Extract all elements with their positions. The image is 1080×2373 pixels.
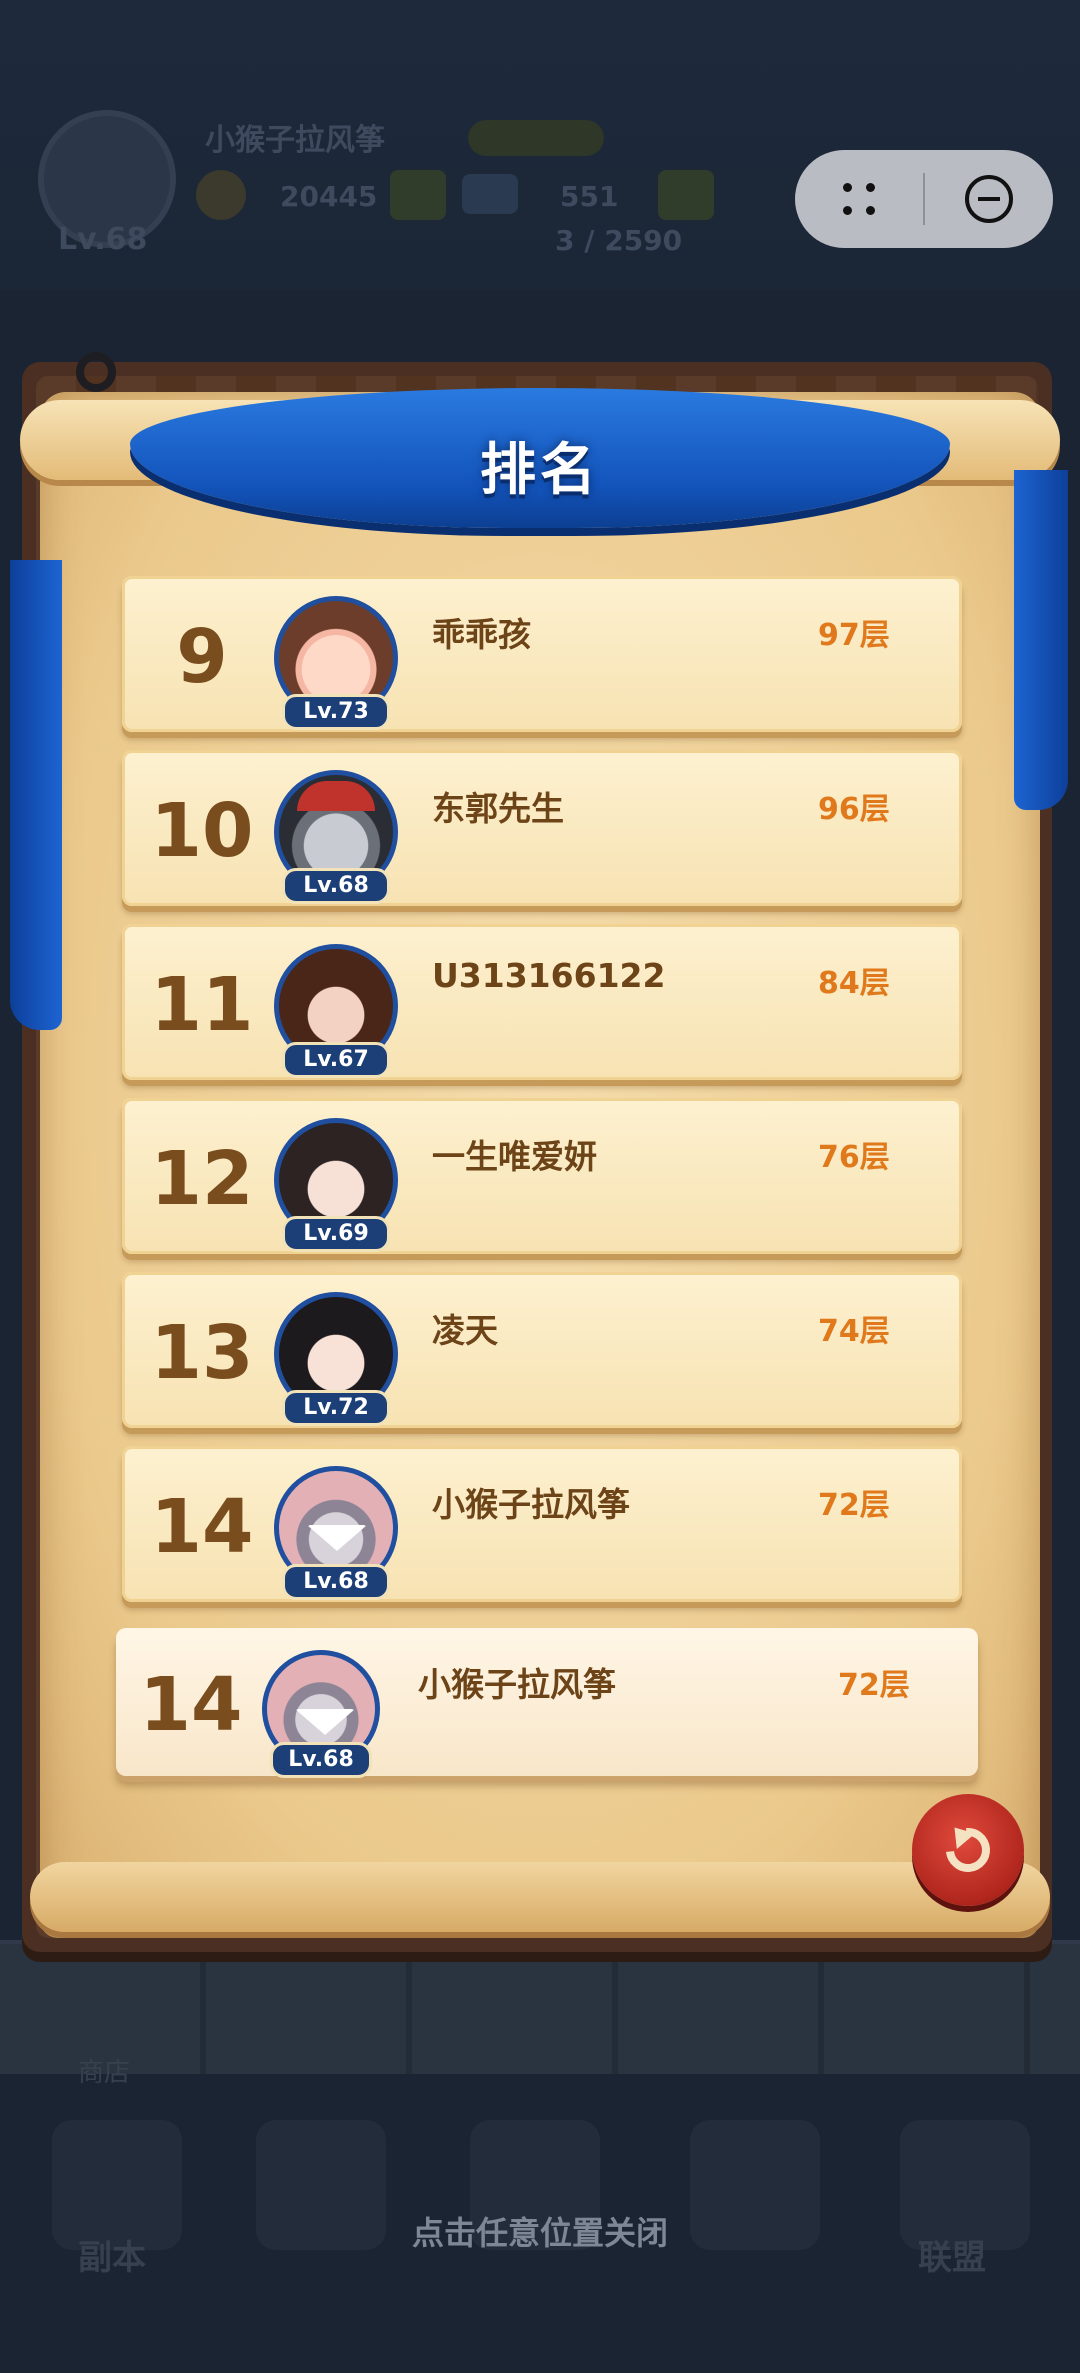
rank-number: 11 [150,962,254,1048]
background-player-name: 小猴子拉风筝 [205,123,385,158]
minimize-button[interactable] [925,150,1053,248]
ring-icon [76,352,116,392]
avatar[interactable]: Lv.68 [262,1650,380,1778]
background-title-tag [468,120,604,156]
floor-count: 96层 [818,792,890,827]
rank-number: 14 [139,1662,243,1748]
rank-number: 9 [176,614,228,700]
rank-number: 10 [150,788,254,874]
avatar[interactable]: Lv.69 [274,1118,398,1252]
floor-count: 74层 [818,1314,890,1349]
close-hint-text: 点击任意位置关闭 [411,2214,668,2252]
player-name: 凌天 [432,1311,498,1350]
level-badge: Lv.73 [282,694,390,730]
avatar[interactable]: Lv.72 [274,1292,398,1426]
level-badge: Lv.69 [282,1216,390,1252]
background-shop-label: 商店 [78,2058,131,2088]
avatar[interactable]: Lv.68 [274,1466,398,1600]
ranking-row[interactable]: 10 Lv.68 东郭先生 96层 [122,750,962,906]
avatar[interactable]: Lv.67 [274,944,398,1078]
rank-number: 14 [150,1484,254,1570]
floor-count: 72层 [818,1488,890,1523]
ranking-row[interactable]: 11 Lv.67 U313166122 84层 [122,924,962,1080]
rank-number: 12 [150,1136,254,1222]
background-stone-ledge [0,1940,1080,2074]
add-coins-button [390,170,446,220]
level-badge: Lv.68 [282,1564,390,1600]
player-name: 乖乖孩 [432,615,531,654]
minimize-icon [964,175,1013,223]
avatar[interactable]: Lv.68 [274,770,398,904]
close-hint[interactable]: 点击任意位置关闭 [0,2208,1080,2254]
floor-count: 72层 [838,1668,910,1703]
avatar[interactable]: Lv.73 [274,596,398,730]
banner-drape-right [1014,470,1068,810]
level-badge: Lv.68 [270,1742,372,1778]
my-ranking-row[interactable]: 14 Lv.68 小猴子拉风筝 72层 [116,1628,978,1778]
return-seal-button[interactable] [912,1794,1024,1906]
ranking-row[interactable]: 12 Lv.69 一生唯爱妍 76层 [122,1098,962,1254]
add-gems-button [658,170,714,220]
more-menu-button[interactable] [795,150,923,248]
level-badge: Lv.68 [282,868,390,904]
gem-icon [462,174,518,214]
player-name: U313166122 [432,956,666,995]
floor-count: 97层 [818,618,890,653]
background-player-level: Lv.68 [58,222,148,257]
mini-program-capsule [795,150,1053,248]
player-name: 一生唯爱妍 [432,1137,597,1176]
ranking-row[interactable]: 9 Lv.73 乖乖孩 97层 [122,576,962,732]
ranking-row[interactable]: 13 Lv.72 凌天 74层 [122,1272,962,1428]
floor-count: 84层 [818,966,890,1001]
more-dots-icon [839,179,879,219]
background-coin-value: 20445 [280,180,378,213]
player-name: 小猴子拉风筝 [418,1665,616,1704]
parchment-bottom-curl [30,1862,1050,1932]
return-arrow-icon [937,1819,999,1881]
ranking-row[interactable]: 14 Lv.68 小猴子拉风筝 72层 [122,1446,962,1602]
player-name: 小猴子拉风筝 [432,1485,630,1524]
background-progress: 3 / 2590 [555,224,683,257]
banner-drape-left [10,560,62,1030]
level-badge: Lv.67 [282,1042,390,1078]
player-name: 东郭先生 [432,789,564,828]
level-badge: Lv.72 [282,1390,390,1426]
ranking-title: 排名 [480,438,600,503]
coin-icon [196,170,246,220]
rank-number: 13 [150,1310,254,1396]
floor-count: 76层 [818,1140,890,1175]
background-gem-value: 551 [560,180,619,213]
